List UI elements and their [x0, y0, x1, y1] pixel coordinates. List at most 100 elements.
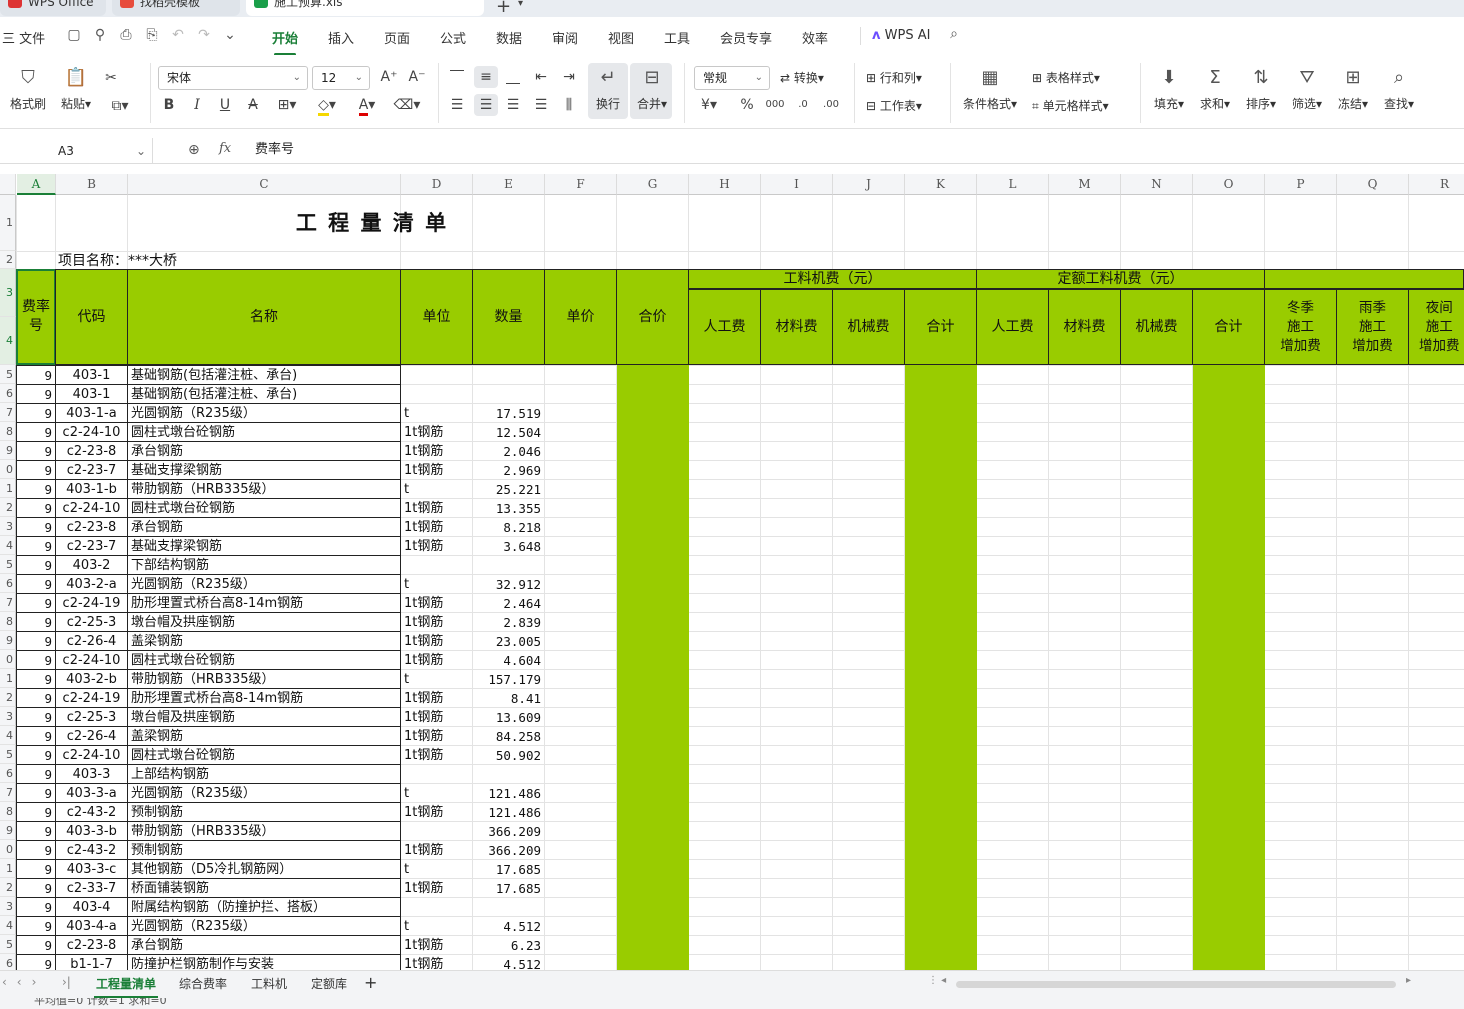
currency-icon[interactable]: ¥▾ — [694, 96, 724, 116]
header-labor-quota[interactable]: 人工费 — [976, 289, 1049, 365]
header-machine-quota[interactable]: 机械费 — [1120, 289, 1193, 365]
unit-cell[interactable]: 1t钢筋 — [401, 594, 472, 612]
header-material[interactable]: 材料费 — [760, 289, 833, 365]
sheet-nav-last-icon[interactable]: ›| — [62, 975, 71, 989]
header-name[interactable]: 名称 — [127, 269, 401, 365]
header-rain[interactable]: 雨季 施工 增加费 — [1336, 289, 1409, 365]
header-night[interactable]: 夜间 施工 增加费 — [1408, 289, 1464, 365]
column-header-j[interactable]: J — [833, 174, 905, 195]
print-icon[interactable]: ⎙ — [118, 27, 134, 43]
row-header[interactable]: 5 — [0, 555, 16, 574]
qty-cell[interactable]: 2.969 — [473, 461, 544, 479]
qty-cell[interactable] — [473, 385, 544, 403]
row-header[interactable]: 3 — [0, 269, 16, 317]
column-header-d[interactable]: D — [401, 174, 473, 195]
row-header[interactable]: 1 — [0, 195, 16, 251]
merge-button[interactable]: ⊟ 合并▾ — [632, 67, 672, 112]
menu-tools[interactable]: 工具 — [664, 28, 690, 47]
header-code[interactable]: 代码 — [55, 269, 128, 365]
row-header[interactable]: 4 — [0, 726, 16, 745]
unit-cell[interactable]: 1t钢筋 — [401, 746, 472, 764]
select-all-corner[interactable] — [0, 174, 16, 195]
justify-icon[interactable]: ☰ — [530, 96, 552, 116]
thousands-icon[interactable]: 000 — [764, 96, 786, 116]
distributed-icon[interactable]: ⫼ — [558, 96, 580, 116]
unit-cell[interactable]: 1t钢筋 — [401, 689, 472, 707]
unit-cell[interactable]: 1t钢筋 — [401, 499, 472, 517]
qty-cell[interactable] — [473, 898, 544, 916]
row-header[interactable]: 0 — [0, 650, 16, 669]
row-header[interactable]: 3 — [0, 897, 16, 916]
unit-cell[interactable]: 1t钢筋 — [401, 651, 472, 669]
column-header-e[interactable]: E — [473, 174, 545, 195]
row-header[interactable]: 6 — [0, 954, 16, 970]
row-header[interactable]: 7 — [0, 403, 16, 422]
qty-cell[interactable]: 12.504 — [473, 423, 544, 441]
row-header[interactable]: 2 — [0, 251, 16, 269]
row-header[interactable]: 0 — [0, 840, 16, 859]
clear-format-icon[interactable]: ⌫▾ — [392, 96, 422, 116]
header-unit-price[interactable]: 单价 — [544, 269, 617, 365]
unit-cell[interactable]: 1t钢筋 — [401, 537, 472, 555]
wrap-button[interactable]: ↵ 换行 — [590, 67, 626, 112]
qty-cell[interactable]: 6.23 — [473, 936, 544, 954]
qty-cell[interactable]: 4.512 — [473, 955, 544, 970]
menu-formula[interactable]: 公式 — [440, 28, 466, 47]
qty-cell[interactable]: 2.046 — [473, 442, 544, 460]
row-header[interactable]: 8 — [0, 422, 16, 441]
column-header-l[interactable]: L — [977, 174, 1049, 195]
header-winter[interactable]: 冬季 施工 增加费 — [1264, 289, 1337, 365]
unit-cell[interactable] — [401, 556, 472, 574]
column-header-p[interactable]: P — [1265, 174, 1337, 195]
unit-cell[interactable]: 1t钢筋 — [401, 936, 472, 954]
row-header[interactable]: 7 — [0, 593, 16, 612]
filter-button[interactable]: ⛛ 筛选▾ — [1288, 67, 1326, 112]
qty-cell[interactable]: 4.512 — [473, 917, 544, 935]
unit-cell[interactable]: t — [401, 917, 472, 935]
row-header[interactable]: 5 — [0, 935, 16, 954]
unit-cell[interactable]: t — [401, 784, 472, 802]
quick-access-more-icon[interactable]: ⌄ — [222, 27, 238, 43]
qty-cell[interactable]: 121.486 — [473, 784, 544, 802]
sheet-nav-arrows[interactable]: ‹‹› — [2, 975, 46, 989]
align-left-icon[interactable]: ☰ — [446, 96, 468, 116]
print-preview-icon[interactable]: ⎘ — [144, 27, 160, 43]
unit-cell[interactable]: t — [401, 404, 472, 422]
search-icon[interactable]: ⌕ — [946, 26, 962, 42]
unit-cell[interactable]: 1t钢筋 — [401, 879, 472, 897]
sheet-tab-quantity[interactable]: 工程量清单 — [93, 975, 159, 998]
qty-cell[interactable]: 23.005 — [473, 632, 544, 650]
row-header[interactable]: 2 — [0, 878, 16, 897]
qty-cell[interactable]: 13.355 — [473, 499, 544, 517]
menu-home[interactable]: 开始 — [272, 28, 298, 56]
row-header[interactable]: 4 — [0, 317, 16, 365]
tab-wps-office[interactable]: WPS Office — [0, 0, 106, 16]
header-subtotal-quota[interactable]: 合计 — [1192, 289, 1265, 365]
save-icon[interactable]: ▢ — [66, 27, 82, 43]
underline-button[interactable]: U — [214, 96, 236, 116]
tab-template[interactable]: 找稻壳模板 — [112, 0, 240, 16]
row-header[interactable]: 3 — [0, 707, 16, 726]
scroll-right-icon[interactable]: ▸ — [1406, 975, 1411, 986]
header-subtotal[interactable]: 合计 — [904, 289, 977, 365]
redo-icon[interactable]: ↷ — [196, 27, 212, 43]
row-header[interactable]: 1 — [0, 669, 16, 688]
column-header-f[interactable]: F — [545, 174, 617, 195]
undo-icon[interactable]: ↶ — [170, 27, 186, 43]
unit-cell[interactable] — [401, 366, 472, 384]
row-col-button[interactable]: ⊞ 行和列▾ — [866, 69, 922, 86]
row-header[interactable]: 6 — [0, 574, 16, 593]
file-menu[interactable]: 三 文件 — [2, 28, 45, 47]
qty-cell[interactable]: 366.209 — [473, 841, 544, 859]
fill-button[interactable]: ⬇ 填充▾ — [1150, 67, 1188, 112]
sheet-tab-rate[interactable]: 综合费率 — [179, 975, 227, 992]
sheet-tab-materials[interactable]: 工料机 — [251, 975, 287, 992]
header-group-cost[interactable]: 工料机费（元） — [688, 269, 977, 289]
wps-ai-button[interactable]: ʌ WPS AI — [872, 28, 930, 43]
unit-cell[interactable]: 1t钢筋 — [401, 708, 472, 726]
align-right-icon[interactable]: ☰ — [502, 96, 524, 116]
sort-button[interactable]: ⇅ 排序▾ — [1242, 67, 1280, 112]
italic-button[interactable]: I — [186, 96, 208, 116]
tab-dropdown-icon[interactable]: ▾ — [518, 0, 523, 9]
number-format-select[interactable]: 常规 ⌄ — [694, 66, 770, 90]
